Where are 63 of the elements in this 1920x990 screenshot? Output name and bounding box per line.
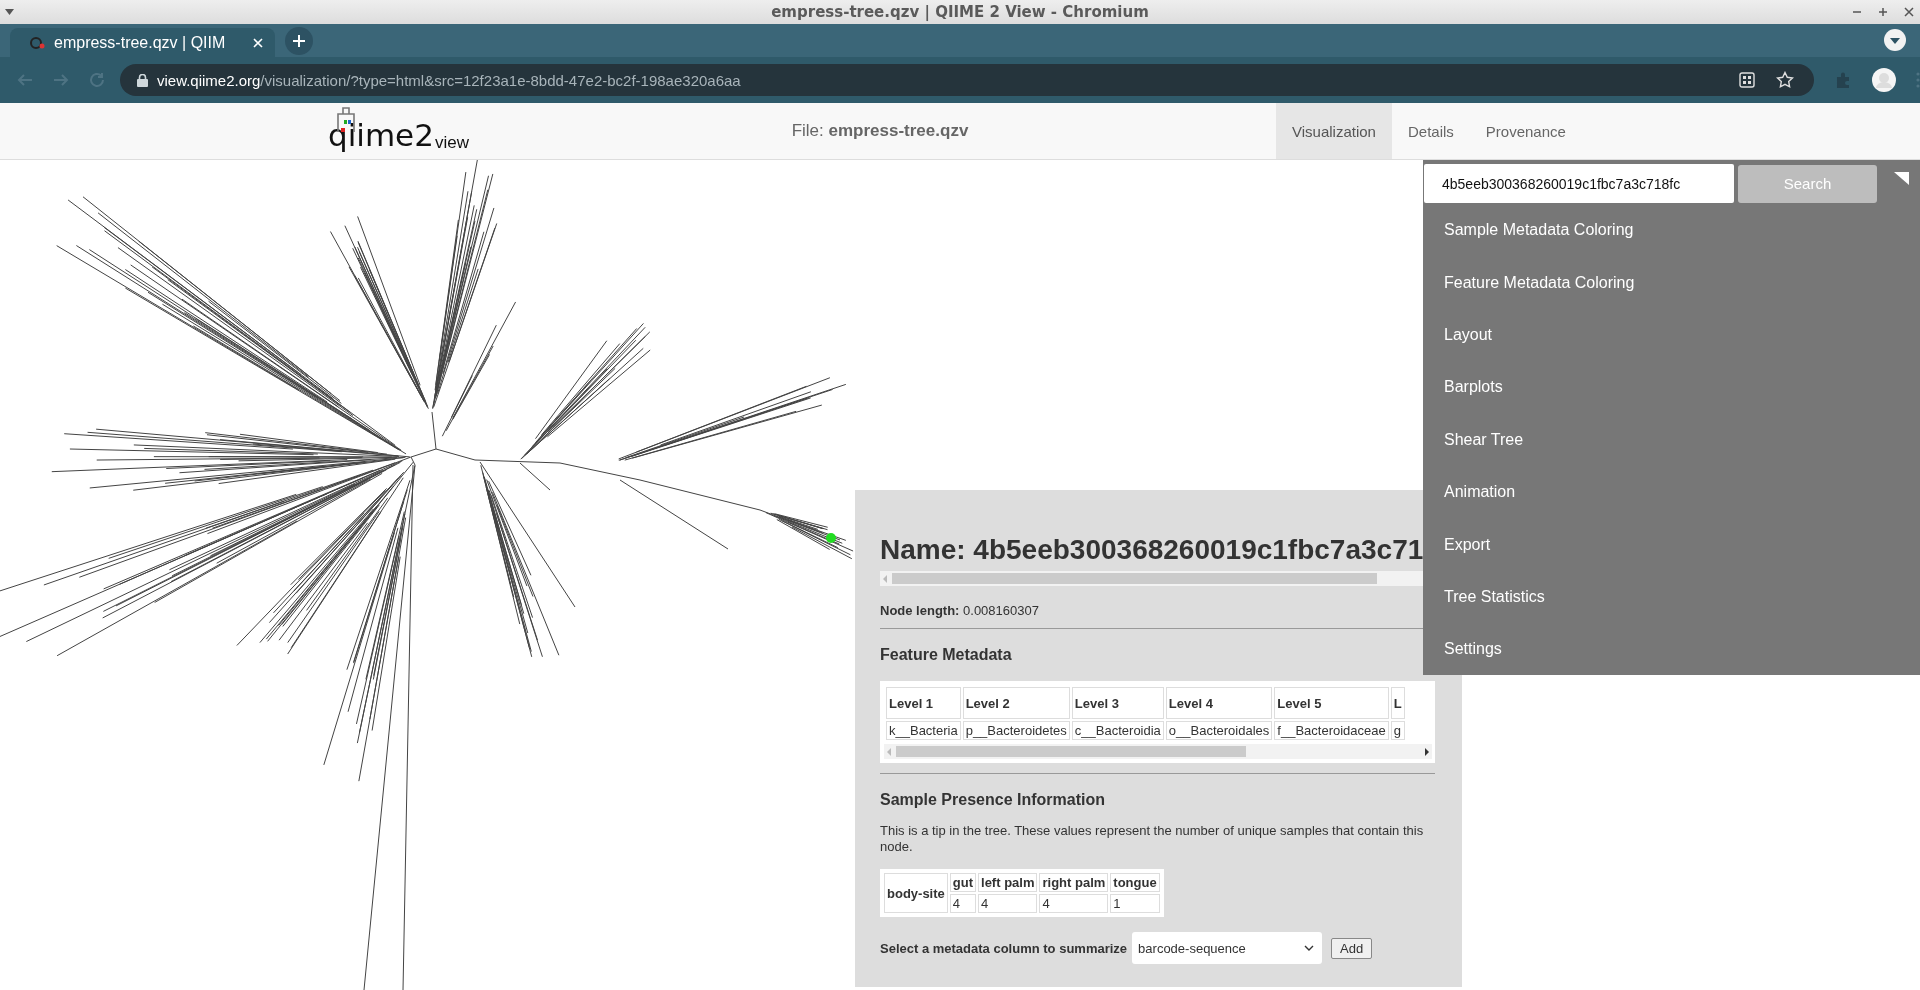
tab-search-icon[interactable]	[1883, 28, 1907, 52]
select-label: Select a metadata column to summarize	[880, 940, 1128, 956]
menu-item[interactable]: Sample Metadata Coloring	[1423, 204, 1920, 257]
table-cell: c__Bacteroidia	[1071, 721, 1164, 740]
search-field[interactable]: 4b5eeb300368260019c1fbc7a3c718fc	[1424, 164, 1734, 203]
table-cell: 1	[1110, 894, 1160, 913]
star-icon[interactable]	[1776, 71, 1795, 89]
nav-tab[interactable]: Visualization	[1276, 103, 1392, 159]
table-header-cell: gut	[949, 873, 976, 892]
table-cell: o__Bacteroidales	[1165, 721, 1273, 740]
menu-item[interactable]: Export	[1423, 518, 1920, 571]
favicon-icon	[30, 35, 46, 50]
menu-item[interactable]: Animation	[1423, 465, 1920, 519]
menu-item[interactable]: Settings	[1423, 623, 1920, 676]
address-bar[interactable]: view.qiime2.org/visualization/?type=html&src=12f23a1e-8bdd-47e2-bc2f-198ae320a6aa	[119, 64, 1815, 96]
node-name: Name: 4b5eeb300368260019c1fbc7a3c71	[880, 534, 1425, 566]
table-header-cell: right palm	[1039, 873, 1109, 892]
menu-item[interactable]: Feature Metadata Coloring	[1423, 256, 1920, 309]
table-cell: f__Bacteroidaceae	[1274, 721, 1389, 740]
menu-item[interactable]: Tree Statistics	[1423, 570, 1920, 624]
nav-tab[interactable]: Details	[1391, 103, 1470, 159]
table-cell: g	[1390, 721, 1405, 740]
table-cell: 4	[978, 894, 1038, 913]
table-cell: 4	[1039, 894, 1109, 913]
browser-tab[interactable]: empress-tree.qzv | QIIM	[10, 28, 275, 57]
metadata-column-dropdown[interactable]: barcode-sequence	[1132, 932, 1323, 964]
table-header-cell: Level 3	[1071, 687, 1164, 719]
avatar-icon[interactable]	[1872, 68, 1896, 92]
section-heading: Sample Presence Information	[880, 791, 1106, 809]
close-icon[interactable]	[1904, 7, 1914, 17]
qr-code-icon[interactable]	[1739, 72, 1756, 88]
lock-icon	[136, 73, 148, 87]
maximize-icon[interactable]	[1878, 7, 1888, 17]
menu-item[interactable]: Barplots	[1423, 361, 1920, 414]
table-header-cell: tongue	[1110, 873, 1160, 892]
table-header-cell: Level 2	[962, 687, 1070, 719]
table-header-cell: L	[1390, 687, 1405, 719]
menu-item[interactable]: Shear Tree	[1423, 413, 1920, 466]
logo-suffix: view	[434, 134, 469, 151]
nav-tab[interactable]: Provenance	[1469, 103, 1582, 159]
table-cell: p__Bacteroidetes	[962, 721, 1070, 740]
section-heading: Feature Metadata	[880, 646, 1013, 664]
menu-item[interactable]: Layout	[1423, 308, 1920, 362]
node-length-text: Node length: 0.008160307	[880, 603, 1040, 618]
table-header-cell: Level 4	[1165, 687, 1273, 719]
table-cell: 4	[949, 894, 976, 913]
table-header-cell: body-site	[884, 873, 948, 913]
table-header-cell: left palm	[978, 873, 1038, 892]
selected-node-marker[interactable]	[826, 533, 836, 543]
table-header-cell: Level 1	[886, 687, 961, 719]
horizontal-scrollbar[interactable]	[884, 744, 1432, 759]
window-title: empress-tree.qzv | QIIME 2 View - Chromium	[771, 3, 1149, 21]
logo-wordmark: qiime2	[328, 120, 434, 151]
table-header-cell: Level 5	[1274, 687, 1389, 719]
collapse-icon[interactable]	[1894, 172, 1909, 185]
window-menu-icon[interactable]	[5, 9, 14, 15]
description-text: This is a tip in the tree. These values represent the number of unique samples that contain this node.	[880, 823, 1425, 855]
file-name-label: File: empress-tree.qzv	[791, 121, 969, 141]
table-cell: k__Bacteria	[886, 721, 961, 740]
close-tab-icon[interactable]	[253, 37, 263, 48]
add-button[interactable]: Add	[1331, 937, 1373, 959]
chevron-down-icon	[1304, 945, 1315, 951]
new-tab-icon[interactable]	[285, 27, 313, 55]
